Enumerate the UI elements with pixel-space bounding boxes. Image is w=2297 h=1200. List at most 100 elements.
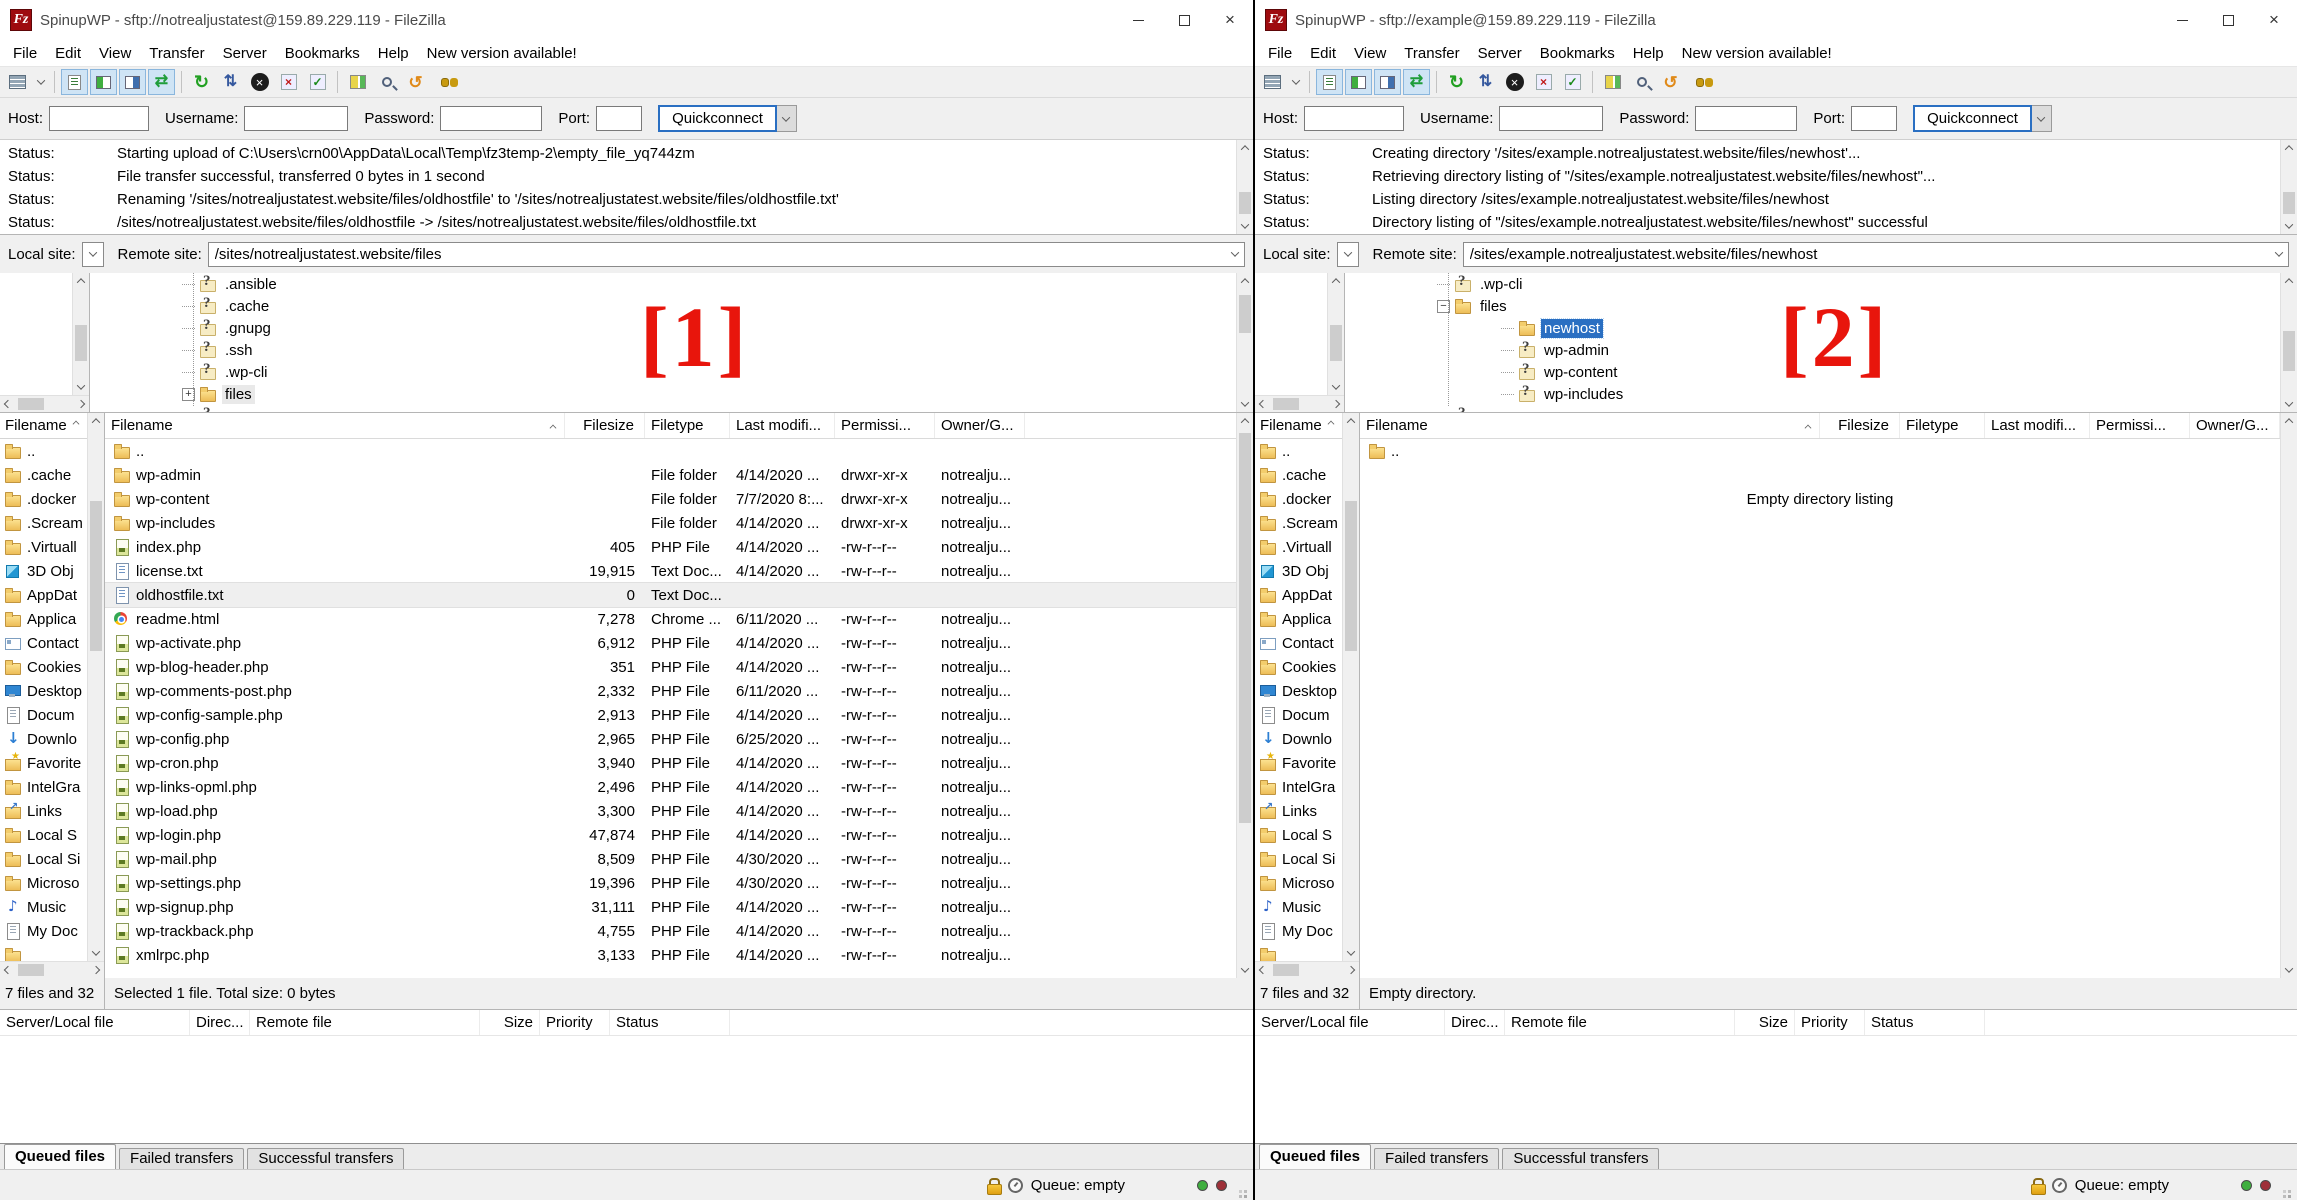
local-list-vscrollbar[interactable]: [87, 413, 104, 961]
filename-filters-button[interactable]: [373, 69, 400, 95]
password-input[interactable]: [440, 106, 542, 131]
synchronized-browsing-button[interactable]: ↺: [402, 69, 429, 95]
scroll-right-button[interactable]: [88, 962, 104, 978]
local-file-item[interactable]: IntelGra: [0, 775, 87, 799]
local-file-item[interactable]: Docum: [1255, 703, 1342, 727]
quickconnect-button[interactable]: Quickconnect: [1913, 105, 2032, 132]
scroll-up-button[interactable]: [88, 413, 104, 429]
column-header[interactable]: Filename: [105, 413, 565, 438]
toggle-remote-tree-button[interactable]: [119, 69, 146, 95]
toggle-local-tree-button[interactable]: [90, 69, 117, 95]
file-row[interactable]: wp-includesFile folder4/14/2020 ...drwxr…: [105, 511, 1236, 535]
column-header[interactable]: Permissi...: [835, 413, 935, 438]
menu-item[interactable]: Server: [214, 45, 276, 62]
column-header[interactable]: Size: [480, 1010, 540, 1035]
scroll-down-button[interactable]: [1237, 218, 1253, 234]
local-file-item[interactable]: Local S: [0, 823, 87, 847]
file-row[interactable]: index.php405PHP File4/14/2020 ...-rw-r--…: [105, 535, 1236, 559]
quickconnect-dropdown[interactable]: [777, 105, 797, 132]
toggle-queue-button[interactable]: ⇄: [1403, 69, 1430, 95]
local-list-hscrollbar[interactable]: [0, 961, 104, 978]
tree-expander[interactable]: [1501, 328, 1514, 329]
titlebar[interactable]: Fz SpinupWP - sftp://example@159.89.229.…: [1255, 0, 2297, 40]
menu-item[interactable]: Help: [369, 45, 418, 62]
file-row[interactable]: wp-config.php2,965PHP File6/25/2020 ...-…: [105, 727, 1236, 751]
file-row[interactable]: wp-settings.php19,396PHP File4/30/2020 .…: [105, 871, 1236, 895]
scroll-right-button[interactable]: [73, 396, 89, 412]
scroll-down-button[interactable]: [1237, 962, 1253, 978]
local-file-item[interactable]: .Scream: [0, 511, 87, 535]
close-button[interactable]: ×: [2251, 0, 2297, 40]
local-file-item[interactable]: [0, 943, 87, 961]
local-file-item[interactable]: .docker: [1255, 487, 1342, 511]
remote-site-path[interactable]: /sites/notrealjustatest.website/files: [208, 242, 1245, 267]
refresh-button[interactable]: ↻: [1443, 69, 1470, 95]
scroll-up-button[interactable]: [1237, 140, 1253, 156]
scroll-thumb[interactable]: [18, 964, 44, 976]
file-row[interactable]: wp-signup.php31,111PHP File4/14/2020 ...…: [105, 895, 1236, 919]
local-file-item[interactable]: Applica: [1255, 607, 1342, 631]
file-row[interactable]: wp-config-sample.php2,913PHP File4/14/20…: [105, 703, 1236, 727]
local-list-vscrollbar[interactable]: [1342, 413, 1359, 961]
scroll-down-button[interactable]: [73, 379, 89, 395]
process-queue-button[interactable]: ⇅: [1472, 69, 1499, 95]
site-manager-button[interactable]: [1259, 69, 1286, 95]
local-file-item[interactable]: 3D Obj: [1255, 559, 1342, 583]
scroll-up-button[interactable]: [2281, 413, 2297, 429]
file-list-scrollbar[interactable]: [2280, 413, 2297, 978]
maximize-button[interactable]: [1161, 0, 1207, 40]
local-file-item[interactable]: My Doc: [1255, 919, 1342, 943]
menu-item[interactable]: Transfer: [1395, 45, 1468, 62]
file-row[interactable]: wp-adminFile folder4/14/2020 ...drwxr-xr…: [105, 463, 1236, 487]
file-row[interactable]: ..: [1360, 439, 2280, 463]
directory-comparison-button[interactable]: [344, 69, 371, 95]
menu-item[interactable]: View: [90, 45, 140, 62]
toggle-queue-button[interactable]: ⇄: [148, 69, 175, 95]
column-header[interactable]: Owner/G...: [935, 413, 1025, 438]
column-header[interactable]: Filetype: [1900, 413, 1985, 438]
queue-tab[interactable]: Successful transfers: [1502, 1148, 1659, 1169]
cancel-button[interactable]: ×: [246, 69, 273, 95]
tree-expander[interactable]: [1501, 394, 1514, 395]
column-header[interactable]: Remote file: [1505, 1010, 1735, 1035]
menu-item[interactable]: File: [1259, 45, 1301, 62]
port-input[interactable]: [1851, 106, 1897, 131]
remote-site-path[interactable]: /sites/example.notrealjustatest.website/…: [1463, 242, 2289, 267]
toggle-local-tree-button[interactable]: [1345, 69, 1372, 95]
local-file-item[interactable]: .Virtuall: [1255, 535, 1342, 559]
file-row[interactable]: license.txt19,915Text Doc...4/14/2020 ..…: [105, 559, 1236, 583]
scroll-down-button[interactable]: [1328, 379, 1344, 395]
scroll-up-button[interactable]: [1328, 273, 1344, 289]
menu-item[interactable]: Help: [1624, 45, 1673, 62]
log-scrollbar[interactable]: [1236, 140, 1253, 234]
file-list-scrollbar[interactable]: [1236, 413, 1253, 978]
column-header[interactable]: Priority: [1795, 1010, 1865, 1035]
column-header[interactable]: Server/Local file: [0, 1010, 190, 1035]
menu-item[interactable]: Transfer: [140, 45, 213, 62]
column-header[interactable]: Filesize: [565, 413, 645, 438]
scroll-left-button[interactable]: [0, 962, 16, 978]
column-header[interactable]: Direc...: [1445, 1010, 1505, 1035]
local-file-item[interactable]: Music: [1255, 895, 1342, 919]
host-input[interactable]: [1304, 106, 1404, 131]
scroll-thumb[interactable]: [1239, 295, 1251, 333]
local-file-item[interactable]: .cache: [1255, 463, 1342, 487]
local-file-item[interactable]: Desktop: [1255, 679, 1342, 703]
quickconnect-dropdown[interactable]: [2032, 105, 2052, 132]
username-input[interactable]: [244, 106, 348, 131]
local-file-item[interactable]: Favorite: [0, 751, 87, 775]
local-file-item[interactable]: .Virtuall: [0, 535, 87, 559]
file-row[interactable]: readme.html7,278Chrome ...6/11/2020 ...-…: [105, 607, 1236, 631]
scroll-up-button[interactable]: [1343, 413, 1359, 429]
scroll-thumb[interactable]: [1330, 325, 1342, 361]
local-tree-vscrollbar[interactable]: [72, 273, 89, 395]
scroll-thumb[interactable]: [1273, 964, 1299, 976]
local-file-item[interactable]: AppDat: [0, 583, 87, 607]
scroll-left-button[interactable]: [0, 396, 16, 412]
menu-item[interactable]: Bookmarks: [276, 45, 369, 62]
scroll-thumb[interactable]: [1345, 501, 1357, 651]
cancel-button[interactable]: ×: [1501, 69, 1528, 95]
file-row[interactable]: wp-links-opml.php2,496PHP File4/14/2020 …: [105, 775, 1236, 799]
file-row[interactable]: xmlrpc.php3,133PHP File4/14/2020 ...-rw-…: [105, 943, 1236, 967]
scroll-up-button[interactable]: [73, 273, 89, 289]
